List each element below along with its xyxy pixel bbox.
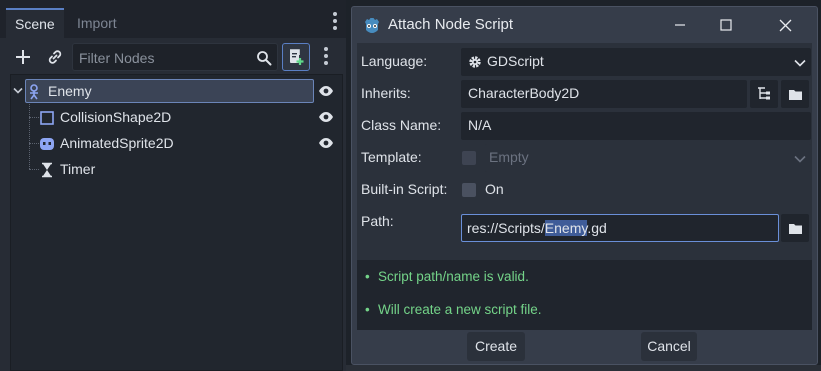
path-value: res://Scripts/Enemy.gd [467, 220, 607, 236]
more-options-icon[interactable] [321, 47, 331, 67]
builtin-script-value: On [485, 181, 504, 197]
link-icon [48, 50, 62, 64]
character-body-icon [30, 84, 38, 100]
path-suffix: .gd [587, 220, 607, 236]
script-add-icon [290, 49, 304, 65]
tab-scene[interactable]: Scene [6, 8, 64, 38]
browse-path-button[interactable] [781, 214, 809, 242]
new-script-message: Will create a new script file. [378, 302, 542, 317]
class-name-field[interactable]: N/A [461, 112, 811, 140]
node-label: Enemy [48, 83, 92, 99]
close-icon [779, 19, 791, 31]
minimize-icon [675, 24, 685, 26]
hourglass-icon [42, 162, 52, 178]
inherits-label: Inherits: [361, 85, 411, 101]
template-checkbox[interactable] [462, 151, 476, 165]
dialog-title: Attach Node Script [388, 16, 514, 33]
plus-icon [16, 50, 30, 64]
godot-logo-icon [365, 18, 379, 33]
tree-node-timer[interactable]: Timer [11, 157, 342, 183]
language-select[interactable]: GDScript [461, 48, 811, 76]
inherits-field[interactable]: CharacterBody2D [461, 80, 747, 108]
path-label: Path: [361, 213, 394, 229]
builtin-script-label: Built-in Script: [361, 181, 448, 197]
add-node-button[interactable] [10, 44, 36, 70]
editor-background [346, 365, 821, 371]
path-prefix: res://Scripts/ [467, 220, 545, 236]
script-options-form: Language: GDScript Inherits: CharacterBo… [357, 43, 812, 330]
scene-tree: Enemy CollisionShape2D AnimatedSprite2D … [10, 74, 343, 371]
attach-node-script-dialog: Attach Node Script Language: GDScript In… [351, 6, 818, 365]
tree-node-collisionshape2d[interactable]: CollisionShape2D [11, 105, 342, 131]
class-name-value: N/A [468, 117, 492, 133]
builtin-script-checkbox[interactable] [462, 183, 476, 197]
visibility-eye-icon[interactable] [318, 85, 334, 97]
tree-node-enemy[interactable]: Enemy [11, 79, 342, 105]
cancel-button[interactable]: Cancel [641, 332, 697, 361]
path-selected-text: Enemy [544, 220, 588, 236]
node-label: AnimatedSprite2D [60, 135, 174, 151]
attach-script-button[interactable] [282, 43, 310, 71]
folder-icon [788, 223, 802, 234]
maximize-icon [720, 19, 732, 31]
instance-scene-button[interactable] [42, 44, 68, 70]
maximize-button[interactable] [711, 13, 741, 37]
language-value: GDScript [487, 53, 544, 69]
close-button[interactable] [770, 13, 800, 37]
filter-nodes-input[interactable] [79, 48, 249, 68]
node-label: CollisionShape2D [60, 109, 172, 125]
inherits-value: CharacterBody2D [468, 85, 580, 101]
animated-sprite-icon [40, 138, 54, 150]
editor-root: Scene Import Filter Nodes Enemy Collisio… [0, 0, 821, 371]
pick-class-button[interactable] [750, 80, 778, 108]
message-bullet: • [365, 302, 370, 317]
class-tree-icon [758, 87, 770, 100]
tab-menu-icon[interactable] [330, 12, 340, 30]
dock-tabbar: Scene Import [0, 0, 346, 38]
scene-dock: Scene Import Filter Nodes Enemy Collisio… [0, 0, 346, 371]
minimize-button[interactable] [665, 13, 695, 37]
collision-shape-icon [40, 111, 54, 125]
tree-node-animatedsprite2d[interactable]: AnimatedSprite2D [11, 131, 342, 157]
validation-messages: • Script path/name is valid. • Will crea… [357, 260, 812, 330]
visibility-eye-icon[interactable] [318, 137, 334, 149]
chevron-down-icon [794, 155, 806, 163]
message-bullet: • [365, 269, 370, 284]
template-label: Template: [361, 149, 422, 165]
folder-icon [788, 89, 802, 100]
search-icon [257, 51, 272, 66]
create-button[interactable]: Create [467, 332, 525, 361]
language-label: Language: [361, 53, 428, 69]
browse-inherits-button[interactable] [781, 80, 809, 108]
tab-import[interactable]: Import [68, 8, 126, 38]
dialog-titlebar[interactable]: Attach Node Script [352, 7, 817, 43]
chevron-down-icon[interactable] [13, 87, 23, 95]
path-input[interactable]: res://Scripts/Enemy.gd [461, 214, 779, 242]
filter-nodes-field [72, 43, 278, 71]
gear-icon [469, 56, 481, 68]
class-name-label: Class Name: [361, 117, 442, 133]
node-label: Timer [60, 161, 96, 177]
template-value: Empty [489, 149, 529, 165]
valid-path-message: Script path/name is valid. [378, 269, 529, 284]
visibility-eye-icon[interactable] [318, 111, 334, 123]
chevron-down-icon [794, 59, 806, 67]
template-select[interactable]: Empty [485, 144, 811, 172]
